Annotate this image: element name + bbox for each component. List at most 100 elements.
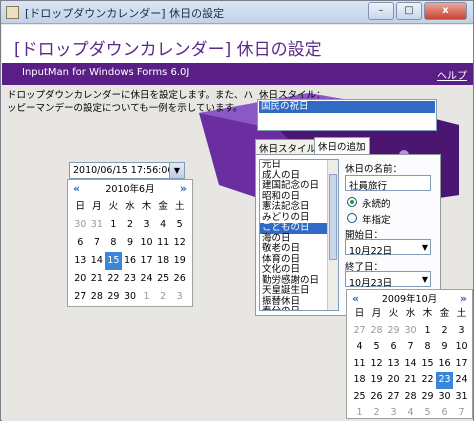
calendar-day[interactable]: 2 bbox=[122, 216, 139, 234]
scroll-thumb[interactable] bbox=[329, 174, 337, 260]
calendar-day[interactable]: 17 bbox=[138, 252, 155, 270]
calendar-day[interactable]: 20 bbox=[385, 372, 402, 389]
tab-holiday-style[interactable]: 休日スタイル bbox=[255, 139, 321, 155]
calendar-day[interactable]: 19 bbox=[171, 252, 188, 270]
calendar-day[interactable]: 26 bbox=[171, 270, 188, 288]
holiday-name-input[interactable]: 社員旅行 bbox=[345, 175, 431, 192]
calendar-day[interactable]: 30 bbox=[122, 288, 139, 306]
calendar-day[interactable]: 29 bbox=[105, 288, 122, 306]
permanent-radio[interactable] bbox=[347, 197, 357, 207]
calendar-day[interactable]: 2 bbox=[368, 405, 385, 422]
calendar-day[interactable]: 1 bbox=[351, 405, 368, 422]
calendar-day[interactable]: 6 bbox=[72, 234, 89, 252]
minimize-button[interactable]: – bbox=[368, 2, 394, 20]
calendar-day[interactable]: 23 bbox=[436, 372, 453, 389]
calendar-day[interactable]: 31 bbox=[89, 216, 106, 234]
calendar-day[interactable]: 5 bbox=[419, 405, 436, 422]
start-date-combo[interactable]: 10月22日 ▼ bbox=[345, 239, 431, 257]
calendar-day[interactable]: 13 bbox=[385, 356, 402, 373]
calendar-day[interactable]: 8 bbox=[105, 234, 122, 252]
calendar-day[interactable]: 22 bbox=[105, 270, 122, 288]
calendar-day[interactable]: 16 bbox=[436, 356, 453, 373]
calendar-day[interactable]: 19 bbox=[368, 372, 385, 389]
calendar-day[interactable]: 27 bbox=[72, 288, 89, 306]
calendar-day[interactable]: 23 bbox=[122, 270, 139, 288]
calendar-day[interactable]: 15 bbox=[419, 356, 436, 373]
calendar-day[interactable]: 18 bbox=[155, 252, 172, 270]
calendar-day[interactable]: 30 bbox=[436, 389, 453, 406]
calendar-day[interactable]: 7 bbox=[453, 405, 470, 422]
prev-month-icon[interactable]: « bbox=[73, 182, 80, 195]
calendar-day[interactable]: 28 bbox=[368, 323, 385, 340]
calendar-day[interactable]: 3 bbox=[385, 405, 402, 422]
calendar-day[interactable]: 17 bbox=[453, 356, 470, 373]
calendar-day[interactable]: 10 bbox=[138, 234, 155, 252]
calendar-day[interactable]: 10 bbox=[453, 339, 470, 356]
calendar-day[interactable]: 4 bbox=[351, 339, 368, 356]
calendar-day[interactable]: 27 bbox=[351, 323, 368, 340]
calendar-day[interactable]: 2 bbox=[155, 288, 172, 306]
year-spec-radio[interactable] bbox=[347, 213, 357, 223]
holiday-style-item[interactable]: 国民の祝日 bbox=[259, 101, 435, 113]
calendar-day[interactable]: 13 bbox=[72, 252, 89, 270]
calendar-day[interactable]: 4 bbox=[402, 405, 419, 422]
maximize-button[interactable]: □ bbox=[396, 2, 422, 20]
calendar-day[interactable]: 5 bbox=[171, 216, 188, 234]
calendar-day[interactable]: 8 bbox=[419, 339, 436, 356]
calendar-day[interactable]: 11 bbox=[351, 356, 368, 373]
dropdown-arrow-icon[interactable]: ▼ bbox=[169, 163, 184, 178]
title-bar[interactable]: [ドロップダウンカレンダー] 休日の設定 – □ x bbox=[1, 1, 473, 24]
calendar-day[interactable]: 14 bbox=[402, 356, 419, 373]
calendar-day[interactable]: 31 bbox=[453, 389, 470, 406]
calendar-day[interactable]: 3 bbox=[171, 288, 188, 306]
calendar-day[interactable]: 25 bbox=[351, 389, 368, 406]
close-button[interactable]: x bbox=[424, 2, 467, 20]
calendar-day[interactable]: 12 bbox=[171, 234, 188, 252]
calendar-day[interactable]: 29 bbox=[385, 323, 402, 340]
help-link[interactable]: ヘルプ bbox=[437, 67, 467, 82]
calendar-day[interactable]: 26 bbox=[368, 389, 385, 406]
calendar-day[interactable]: 14 bbox=[89, 252, 106, 270]
calendar-day[interactable]: 28 bbox=[402, 389, 419, 406]
calendar-day[interactable]: 25 bbox=[155, 270, 172, 288]
end-date-combo[interactable]: 10月23日 ▼ bbox=[345, 271, 431, 289]
calendar-day[interactable]: 22 bbox=[419, 372, 436, 389]
calendar-day[interactable]: 24 bbox=[453, 372, 470, 389]
calendar-day[interactable]: 21 bbox=[89, 270, 106, 288]
calendar-day[interactable]: 9 bbox=[436, 339, 453, 356]
tab-add-holiday[interactable]: 休日の追加 bbox=[314, 137, 370, 155]
calendar-day[interactable]: 12 bbox=[368, 356, 385, 373]
calendar-day[interactable]: 21 bbox=[402, 372, 419, 389]
calendar-day[interactable]: 24 bbox=[138, 270, 155, 288]
calendar-day[interactable]: 1 bbox=[419, 323, 436, 340]
calendar-day[interactable]: 6 bbox=[436, 405, 453, 422]
calendar-day[interactable]: 30 bbox=[72, 216, 89, 234]
calendar-day[interactable]: 20 bbox=[72, 270, 89, 288]
calendar-day[interactable]: 28 bbox=[89, 288, 106, 306]
calendar-day[interactable]: 18 bbox=[351, 372, 368, 389]
calendar-day[interactable]: 16 bbox=[122, 252, 139, 270]
prev-month-icon[interactable]: « bbox=[352, 292, 359, 305]
next-month-icon[interactable]: » bbox=[460, 292, 467, 305]
holiday-list[interactable]: 元日 成人の日 建国記念の日 昭和の日 憲法記念日 みどりの日 こどもの日 海の日 敬老の日 体育… bbox=[259, 159, 339, 311]
calendar-day[interactable]: 3 bbox=[138, 216, 155, 234]
holiday-style-list[interactable]: 国民の祝日 bbox=[257, 99, 437, 131]
calendar-day[interactable]: 5 bbox=[368, 339, 385, 356]
calendar-day[interactable]: 11 bbox=[155, 234, 172, 252]
calendar-day[interactable]: 27 bbox=[385, 389, 402, 406]
calendar-day[interactable]: 7 bbox=[89, 234, 106, 252]
calendar-day[interactable]: 15 bbox=[105, 252, 122, 270]
calendar-day[interactable]: 2 bbox=[436, 323, 453, 340]
calendar-day[interactable]: 7 bbox=[402, 339, 419, 356]
datetime-field[interactable]: 2010/06/15 17:56:06 ▼ bbox=[69, 162, 185, 179]
calendar-day[interactable]: 29 bbox=[419, 389, 436, 406]
calendar-day[interactable]: 30 bbox=[402, 323, 419, 340]
holiday-list-scrollbar[interactable] bbox=[327, 160, 338, 310]
calendar-day[interactable]: 9 bbox=[122, 234, 139, 252]
calendar-day[interactable]: 3 bbox=[453, 323, 470, 340]
calendar-day[interactable]: 4 bbox=[155, 216, 172, 234]
calendar-day[interactable]: 6 bbox=[385, 339, 402, 356]
calendar-day[interactable]: 1 bbox=[105, 216, 122, 234]
next-month-icon[interactable]: » bbox=[180, 182, 187, 195]
calendar-day[interactable]: 1 bbox=[138, 288, 155, 306]
